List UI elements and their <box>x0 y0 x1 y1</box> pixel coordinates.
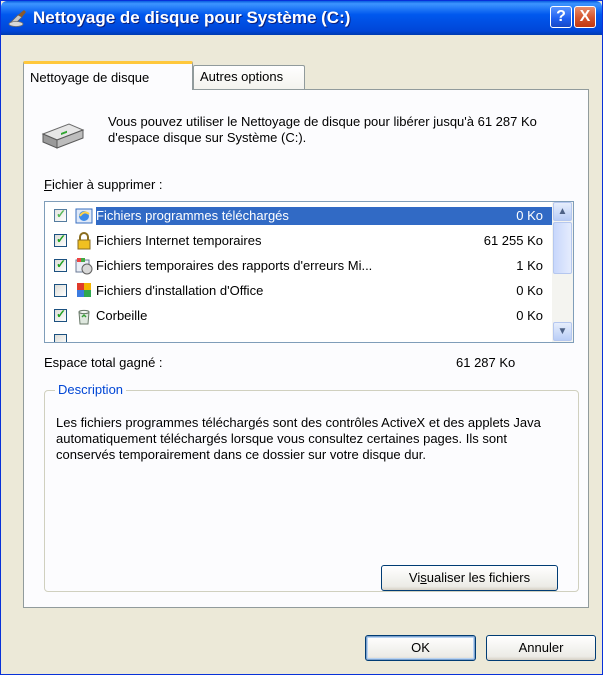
file-checkbox[interactable] <box>54 284 67 297</box>
description-legend: Description <box>55 382 127 397</box>
disk-cleanup-icon <box>8 10 26 27</box>
total-space-value: 61 287 Ko <box>456 355 516 370</box>
file-name: Fichiers programmes téléchargés <box>96 207 291 225</box>
help-button[interactable]: ? <box>550 6 572 28</box>
file-name: Fichiers Internet temporaires <box>96 233 262 248</box>
window-title: Nettoyage de disque pour Système (C:) <box>33 8 351 27</box>
tab-more-options[interactable]: Autres options <box>193 65 305 89</box>
view-files-button[interactable]: Visualiser les fichiers <box>381 565 558 591</box>
file-checkbox[interactable]: ✓ <box>54 307 67 322</box>
description-text: Les fichiers programmes téléchargés sont… <box>56 415 541 462</box>
total-space-label: Espace total gagné : <box>44 355 163 370</box>
files-to-delete-label: Fichier à supprimer : <box>44 177 163 192</box>
close-button[interactable]: X <box>574 6 596 28</box>
lock-icon <box>77 232 91 250</box>
tab-panel: Vous pouvez utiliser le Nettoyage de dis… <box>23 89 589 608</box>
tab-disk-cleanup[interactable]: Nettoyage de disque <box>23 61 193 90</box>
file-size: 0 Ko <box>516 283 543 298</box>
list-item[interactable]: ✓ Fichiers temporaires des rapports d'er… <box>45 254 553 279</box>
files-list[interactable]: ✓ Fichiers programmes téléchargés 0 Ko ✓… <box>44 201 574 343</box>
list-item[interactable] <box>45 329 553 342</box>
recycle-bin-icon <box>78 309 90 325</box>
file-size: 1 Ko <box>516 258 543 273</box>
list-item[interactable]: ✓ Fichiers Internet temporaires 61 255 K… <box>45 229 553 254</box>
cancel-button[interactable]: Annuler <box>486 635 596 661</box>
info-text: Vous pouvez utiliser le Nettoyage de dis… <box>108 114 537 145</box>
description-group: Description Les fichiers programmes télé… <box>44 382 579 592</box>
file-checkbox[interactable]: ✓ <box>54 207 67 222</box>
vertical-scrollbar[interactable]: ▲ ▼ <box>552 202 573 342</box>
file-size: 0 Ko <box>516 208 543 223</box>
list-item[interactable]: ✓ Fichiers programmes téléchargés 0 Ko <box>45 204 553 229</box>
disk-cleanup-window: Nettoyage de disque pour Système (C:) ? … <box>0 0 603 675</box>
file-checkbox[interactable] <box>54 334 67 342</box>
ok-button[interactable]: OK <box>365 635 476 661</box>
scroll-up-button[interactable]: ▲ <box>553 202 572 221</box>
file-name: Fichiers d'installation d'Office <box>96 283 264 298</box>
title-bar[interactable]: Nettoyage de disque pour Système (C:) ? … <box>1 1 602 35</box>
list-item[interactable]: Fichiers d'installation d'Office 0 Ko <box>45 279 553 304</box>
file-checkbox[interactable]: ✓ <box>54 232 67 247</box>
file-size: 0 Ko <box>516 308 543 323</box>
hard-drive-icon <box>41 123 85 149</box>
file-checkbox[interactable]: ✓ <box>54 257 67 272</box>
file-size: 61 255 Ko <box>483 233 543 248</box>
error-report-icon <box>75 258 93 275</box>
office-icon <box>77 283 91 297</box>
scroll-thumb[interactable] <box>553 222 572 274</box>
list-item[interactable]: ✓ Corbeille 0 Ko <box>45 304 553 329</box>
ie-globe-icon <box>75 208 93 224</box>
file-name: Corbeille <box>96 308 148 323</box>
file-name: Fichiers temporaires des rapports d'erre… <box>96 258 373 273</box>
scroll-down-button[interactable]: ▼ <box>553 322 572 341</box>
